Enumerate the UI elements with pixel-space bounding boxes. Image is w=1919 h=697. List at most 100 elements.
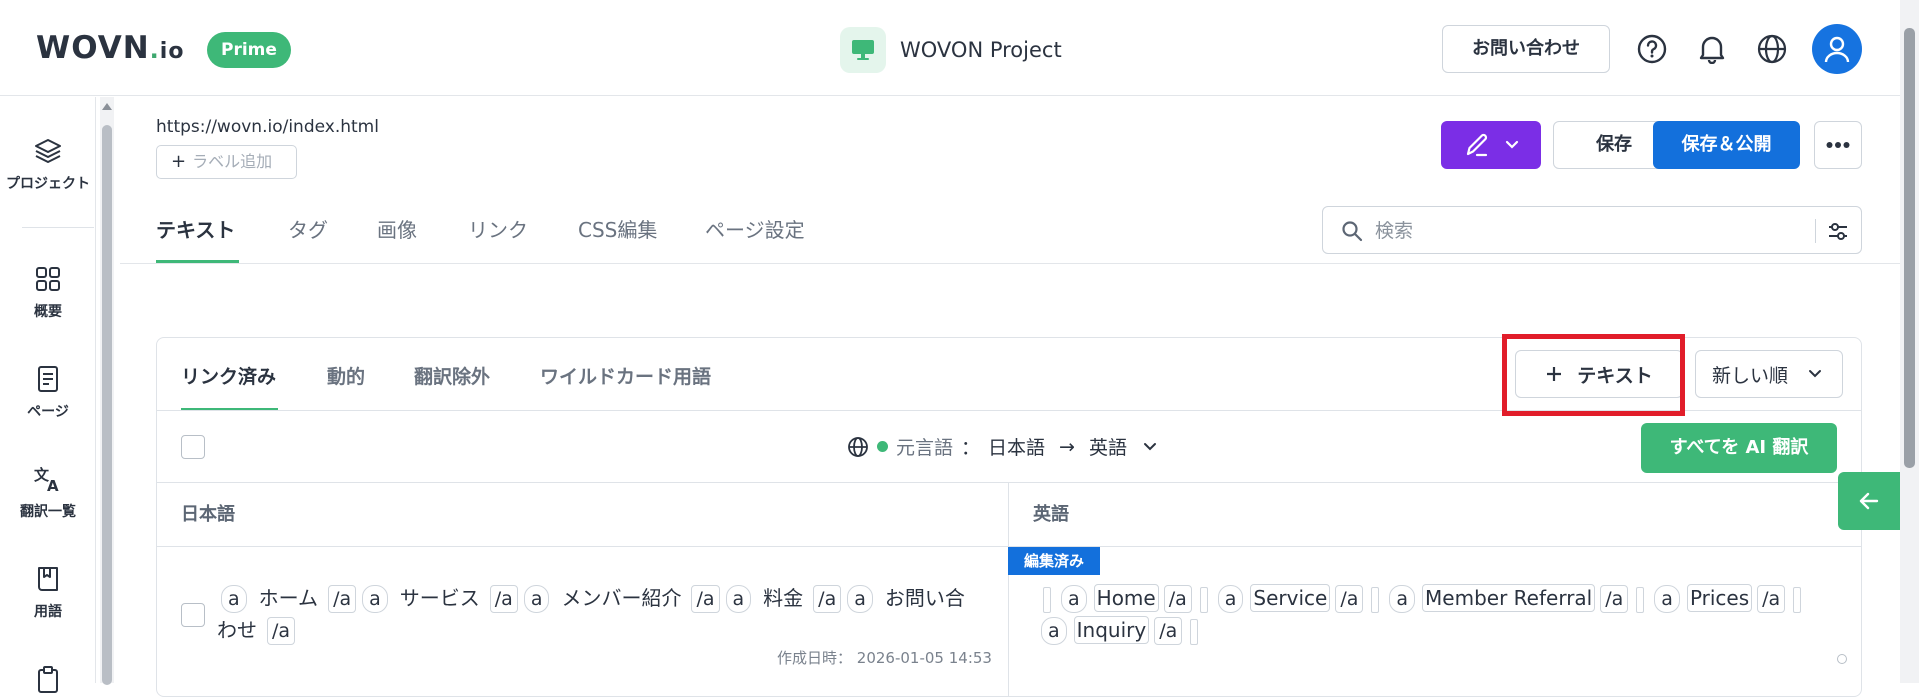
subtab-wildcard-terms[interactable]: ワイルドカード用語 bbox=[540, 362, 711, 389]
subtab-linked[interactable]: リンク済み bbox=[181, 362, 276, 389]
language-toolbar: 元言語 ： 日本語 → 英語 すべてを AI 翻訳 bbox=[157, 411, 1861, 483]
plus-icon: + bbox=[171, 151, 187, 172]
status-dot bbox=[877, 441, 888, 452]
tab-images[interactable]: 画像 bbox=[377, 214, 417, 243]
placeholder-marker bbox=[1043, 586, 1051, 613]
save-and-publish-button[interactable]: 保存＆公開 bbox=[1653, 121, 1800, 169]
placeholder-marker bbox=[1793, 586, 1802, 613]
page-scrollbar[interactable] bbox=[1900, 0, 1919, 683]
search-input[interactable] bbox=[1375, 217, 1775, 245]
clipboard-check-icon bbox=[0, 663, 96, 695]
html-tag-chip: a bbox=[221, 585, 247, 613]
row-checkbox[interactable] bbox=[181, 603, 205, 627]
grid-icon bbox=[0, 263, 96, 295]
translated-word: Home bbox=[1093, 584, 1159, 612]
source-text-fragment: メンバー紹介 bbox=[561, 586, 682, 610]
tab-page-settings[interactable]: ページ設定 bbox=[705, 214, 805, 243]
ai-translate-all-button[interactable]: すべてを AI 翻訳 bbox=[1641, 423, 1837, 473]
sidebar-item-more[interactable] bbox=[0, 663, 96, 695]
sidebar-scrollbar[interactable] bbox=[100, 97, 114, 685]
document-icon bbox=[0, 363, 96, 395]
left-sidebar: プロジェクト 概要 ページ 文A 翻訳一覧 用語 bbox=[0, 97, 96, 693]
tab-text[interactable]: テキスト bbox=[156, 214, 235, 243]
html-tag-chip: a bbox=[523, 585, 550, 613]
translated-word: Member Referral bbox=[1422, 584, 1596, 612]
source-text-cell[interactable]: a ホーム/a a サービス/a a メンバー紹介/a a 料金/a a お問い合わせ/a bbox=[217, 582, 977, 646]
html-tag-chip: /a bbox=[328, 585, 357, 613]
translate-icon: 文A bbox=[0, 463, 96, 495]
html-tag-chip: /a bbox=[691, 585, 720, 613]
search-icon bbox=[1342, 221, 1363, 242]
edit-mode-button[interactable] bbox=[1441, 121, 1541, 169]
placeholder-marker bbox=[1199, 586, 1208, 613]
source-text-fragment: サービス bbox=[399, 586, 480, 610]
pencil-icon bbox=[1466, 133, 1488, 157]
bell-icon[interactable] bbox=[1694, 31, 1730, 67]
created-label: 作成日時： bbox=[777, 649, 853, 667]
select-all-checkbox[interactable] bbox=[181, 435, 205, 459]
scroll-up-arrow-icon[interactable] bbox=[102, 103, 112, 110]
column-header-english: 英語 bbox=[1009, 483, 1861, 547]
sort-value: 新しい順 bbox=[1712, 364, 1789, 387]
sort-dropdown[interactable]: 新しい順 bbox=[1695, 350, 1843, 398]
translated-word: Service bbox=[1250, 584, 1331, 612]
html-tag-chip: a bbox=[1389, 585, 1416, 613]
html-tag-chip: /a bbox=[1600, 585, 1629, 613]
language-pair-selector[interactable]: 元言語 ： 日本語 → 英語 bbox=[847, 433, 1157, 460]
sidebar-item-translations[interactable]: 文A 翻訳一覧 bbox=[0, 463, 96, 521]
scrollbar-thumb[interactable] bbox=[102, 125, 112, 685]
contact-button[interactable]: お問い合わせ bbox=[1442, 25, 1610, 73]
more-horizontal-icon bbox=[1826, 142, 1850, 148]
project-switcher[interactable]: WOVON Project bbox=[840, 26, 1062, 74]
label-colon: ： bbox=[961, 437, 981, 459]
translated-word: Prices bbox=[1686, 584, 1753, 612]
resize-handle[interactable] bbox=[1837, 654, 1847, 664]
html-tag-chip: a bbox=[362, 585, 388, 613]
html-tag-chip: a bbox=[725, 585, 752, 613]
sidebar-item-label: プロジェクト bbox=[6, 176, 90, 192]
highlight-annotation bbox=[1502, 334, 1685, 416]
sidebar-item-label: 翻訳一覧 bbox=[20, 504, 76, 520]
created-at: 作成日時： 2026-01-05 14:53 bbox=[777, 647, 992, 668]
arrow-right-icon: → bbox=[1059, 435, 1075, 458]
wovn-logo[interactable]: WOVN.io bbox=[36, 30, 184, 66]
project-name: WOVON Project bbox=[900, 38, 1062, 62]
subtab-dynamic[interactable]: 動的 bbox=[327, 362, 365, 389]
tab-links[interactable]: リンク bbox=[468, 214, 528, 243]
column-header-japanese: 日本語 bbox=[157, 483, 1008, 547]
sidebar-item-pages[interactable]: ページ bbox=[0, 363, 96, 421]
sidebar-item-label: 概要 bbox=[34, 304, 62, 320]
svg-text:A: A bbox=[47, 477, 59, 493]
tab-tags[interactable]: タグ bbox=[288, 214, 328, 243]
sidebar-item-overview[interactable]: 概要 bbox=[0, 263, 96, 321]
chevron-down-icon bbox=[1505, 140, 1519, 149]
translated-word: Inquiry bbox=[1073, 616, 1150, 644]
user-avatar[interactable] bbox=[1812, 24, 1862, 74]
search-box[interactable] bbox=[1322, 206, 1862, 254]
help-icon[interactable] bbox=[1634, 31, 1670, 67]
placeholder-marker bbox=[1190, 618, 1199, 645]
html-tag-chip: /a bbox=[1154, 617, 1183, 645]
layers-icon bbox=[0, 135, 96, 167]
html-tag-chip: /a bbox=[1757, 585, 1786, 613]
sidebar-item-glossary[interactable]: 用語 bbox=[0, 563, 96, 621]
active-tab-indicator bbox=[156, 260, 239, 263]
filter-settings-icon[interactable] bbox=[1827, 220, 1849, 242]
subtab-excluded[interactable]: 翻訳除外 bbox=[414, 362, 490, 389]
add-label-button[interactable]: + ラベル追加 bbox=[156, 145, 297, 179]
add-label-text: ラベル追加 bbox=[192, 152, 273, 171]
scrollbar-thumb[interactable] bbox=[1904, 28, 1915, 468]
monitor-icon bbox=[840, 27, 886, 73]
html-tag-chip: a bbox=[1217, 585, 1244, 613]
chevron-down-icon bbox=[1143, 442, 1156, 450]
globe-icon[interactable] bbox=[1754, 31, 1790, 67]
status-badge: 編集済み bbox=[1008, 547, 1100, 575]
more-options-button[interactable] bbox=[1814, 121, 1862, 169]
translation-text-cell[interactable]: a Home/a a Service/a a Member Referral/a a Pric… bbox=[1037, 582, 1837, 646]
sidebar-item-projects[interactable]: プロジェクト bbox=[0, 135, 96, 193]
collapse-panel-button[interactable] bbox=[1838, 472, 1900, 530]
chevron-down-icon bbox=[1809, 370, 1822, 378]
top-header: WOVN.io Prime WOVON Project お問い合わせ bbox=[0, 0, 1900, 96]
source-text-fragment: ホーム bbox=[258, 586, 319, 610]
tab-css-edit[interactable]: CSS編集 bbox=[578, 214, 657, 243]
